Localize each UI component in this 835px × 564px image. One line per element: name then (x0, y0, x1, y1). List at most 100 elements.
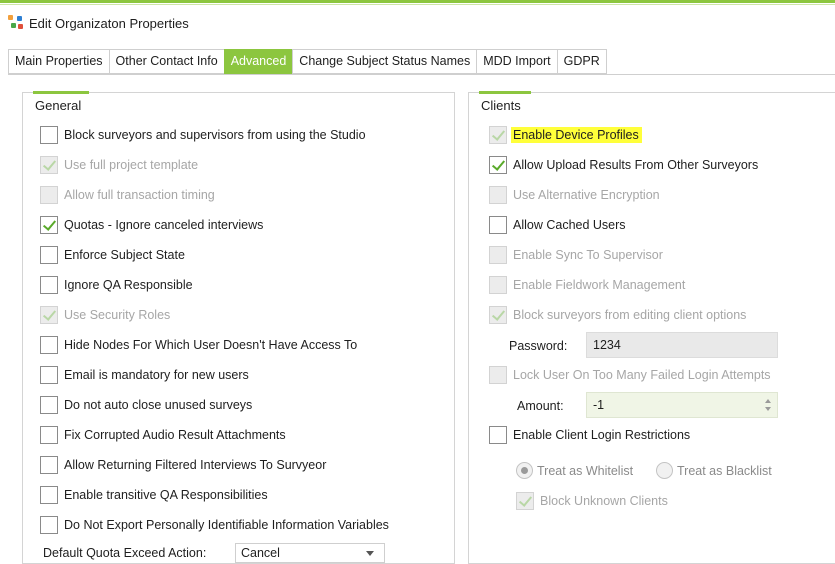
client-login-restrictions-row[interactable]: Enable Client Login Restrictions (489, 426, 690, 444)
clients-option-checkbox[interactable] (489, 276, 507, 294)
general-option-row[interactable]: Use Security Roles (40, 306, 170, 324)
clients-option-label: Block surveyors from editing client opti… (513, 308, 747, 322)
general-group-title: General (35, 98, 82, 113)
radio-selected-dot (521, 467, 528, 474)
clients-option-row[interactable]: Allow Cached Users (489, 216, 626, 234)
clients-option-label: Enable Fieldwork Management (513, 278, 686, 292)
general-option-checkbox[interactable] (40, 456, 58, 474)
general-option-checkbox[interactable] (40, 396, 58, 414)
window-accent-bar (0, 0, 835, 3)
blacklist-label: Treat as Blacklist (677, 463, 772, 478)
window-title: Edit Organizaton Properties (29, 15, 189, 31)
general-option-label: Ignore QA Responsible (64, 278, 193, 292)
general-option-row[interactable]: Do Not Export Personally Identifiable In… (40, 516, 389, 534)
clients-option-label: Allow Cached Users (513, 218, 626, 232)
amount-spinner[interactable]: -1 (586, 392, 778, 418)
clients-group-title: Clients (481, 98, 521, 113)
general-option-checkbox[interactable] (40, 276, 58, 294)
password-field[interactable]: 1234 (586, 332, 778, 358)
general-option-checkbox[interactable] (40, 486, 58, 504)
general-option-row[interactable]: Do not auto close unused surveys (40, 396, 252, 414)
general-option-checkbox[interactable] (40, 186, 58, 204)
block-unknown-checkbox[interactable] (516, 492, 534, 510)
general-option-label: Do not auto close unused surveys (64, 398, 253, 412)
blacklist-radio-row[interactable]: Treat as Blacklist (656, 462, 772, 479)
quota-action-value: Cancel (241, 546, 280, 560)
clients-option-row[interactable]: Block surveyors from editing client opti… (489, 306, 746, 324)
clients-option-row[interactable]: Use Alternative Encryption (489, 186, 660, 204)
general-option-checkbox[interactable] (40, 216, 58, 234)
general-option-label: Do Not Export Personally Identifiable In… (64, 518, 389, 532)
clients-option-row[interactable]: Enable Device Profiles (489, 126, 642, 144)
clients-option-label: Use Alternative Encryption (513, 188, 660, 202)
checkmark-icon (42, 307, 57, 321)
general-option-checkbox[interactable] (40, 126, 58, 144)
general-option-checkbox[interactable] (40, 516, 58, 534)
block-unknown-row[interactable]: Block Unknown Clients (516, 492, 668, 510)
tab-change-subject-status-names[interactable]: Change Subject Status Names (292, 49, 477, 74)
general-option-label: Quotas - Ignore canceled interviews (64, 218, 264, 232)
window-accent-bar-secondary (0, 4, 835, 5)
general-option-row[interactable]: Hide Nodes For Which User Doesn't Have A… (40, 336, 357, 354)
general-option-checkbox[interactable] (40, 156, 58, 174)
general-option-label: Use Security Roles (64, 308, 171, 322)
checkmark-icon (491, 157, 506, 171)
clients-option-checkbox[interactable] (489, 306, 507, 324)
tab-mdd-import[interactable]: MDD Import (476, 49, 557, 74)
general-option-row[interactable]: Use full project template (40, 156, 198, 174)
lock-user-label: Lock User On Too Many Failed Login Attem… (513, 368, 771, 382)
checkmark-icon (42, 157, 57, 171)
general-option-row[interactable]: Fix Corrupted Audio Result Attachments (40, 426, 286, 444)
client-login-restrictions-label: Enable Client Login Restrictions (513, 428, 691, 442)
tab-other-contact-info[interactable]: Other Contact Info (108, 49, 224, 74)
whitelist-radio[interactable] (516, 462, 533, 479)
general-option-label: Allow Returning Filtered Interviews To S… (64, 458, 327, 472)
general-option-checkbox[interactable] (40, 246, 58, 264)
clients-option-checkbox[interactable] (489, 186, 507, 204)
clients-option-checkbox[interactable] (489, 156, 507, 174)
clients-option-row[interactable]: Enable Fieldwork Management (489, 276, 685, 294)
spin-down-icon[interactable] (765, 407, 771, 411)
clients-option-label: Enable Device Profiles (511, 127, 642, 143)
checkmark-icon (42, 217, 57, 231)
tab-strip: Main Properties Other Contact Info Advan… (8, 49, 607, 74)
client-login-restrictions-checkbox[interactable] (489, 426, 507, 444)
general-option-checkbox[interactable] (40, 306, 58, 324)
general-option-checkbox[interactable] (40, 426, 58, 444)
organization-icon (8, 15, 24, 31)
tab-advanced[interactable]: Advanced (223, 49, 293, 74)
amount-label: Amount: (517, 399, 564, 413)
general-option-row[interactable]: Allow full transaction timing (40, 186, 215, 204)
clients-option-label: Enable Sync To Supervisor (513, 248, 663, 262)
blacklist-radio[interactable] (656, 462, 673, 479)
spin-up-icon[interactable] (765, 399, 771, 403)
clients-option-row[interactable]: Enable Sync To Supervisor (489, 246, 663, 264)
clients-option-row[interactable]: Allow Upload Results From Other Surveyor… (489, 156, 758, 174)
clients-option-checkbox[interactable] (489, 126, 507, 144)
general-option-row[interactable]: Block surveyors and supervisors from usi… (40, 126, 366, 144)
password-label: Password: (509, 339, 568, 353)
general-option-label: Email is mandatory for new users (64, 368, 249, 382)
whitelist-radio-row[interactable]: Treat as Whitelist (516, 462, 633, 479)
block-unknown-label: Block Unknown Clients (540, 494, 668, 508)
general-option-checkbox[interactable] (40, 336, 58, 354)
password-value: 1234 (593, 338, 621, 352)
general-option-row[interactable]: Allow Returning Filtered Interviews To S… (40, 456, 326, 474)
clients-option-checkbox[interactable] (489, 216, 507, 234)
general-option-row[interactable]: Quotas - Ignore canceled interviews (40, 216, 263, 234)
general-option-row[interactable]: Ignore QA Responsible (40, 276, 193, 294)
tab-gdpr[interactable]: GDPR (556, 49, 607, 74)
lock-user-checkbox[interactable] (489, 366, 507, 384)
general-option-label: Block surveyors and supervisors from usi… (64, 128, 366, 142)
general-option-row[interactable]: Enable transitive QA Responsibilities (40, 486, 268, 504)
general-option-row[interactable]: Email is mandatory for new users (40, 366, 249, 384)
tab-main-properties[interactable]: Main Properties (8, 49, 109, 74)
quota-action-dropdown[interactable]: Cancel (235, 543, 385, 563)
clients-option-checkbox[interactable] (489, 246, 507, 264)
lock-user-row[interactable]: Lock User On Too Many Failed Login Attem… (489, 366, 771, 384)
quota-action-label: Default Quota Exceed Action: (43, 546, 207, 560)
general-option-label: Allow full transaction timing (64, 188, 215, 202)
general-option-row[interactable]: Enforce Subject State (40, 246, 185, 264)
general-option-checkbox[interactable] (40, 366, 58, 384)
general-option-label: Enable transitive QA Responsibilities (64, 488, 268, 502)
